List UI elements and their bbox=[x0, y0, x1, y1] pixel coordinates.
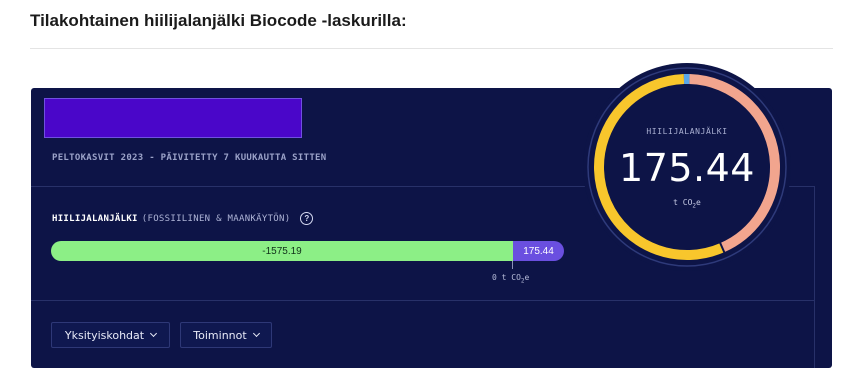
bar-negative-segment: -1575.19 bbox=[51, 241, 513, 261]
gauge-value: 175.44 bbox=[619, 146, 755, 190]
heading-divider bbox=[30, 48, 833, 49]
actions-button-label: Toiminnot bbox=[193, 328, 247, 342]
farm-name-box bbox=[44, 98, 302, 138]
gauge-unit: t CO2e bbox=[673, 198, 701, 210]
zero-tick bbox=[512, 261, 513, 269]
section-divider-bottom bbox=[31, 300, 814, 301]
section-divider-right bbox=[814, 186, 815, 368]
section-label-strong: HIILIJALANJÄLKI bbox=[52, 213, 138, 224]
card-subtitle: PELTOKASVIT 2023 - PÄIVITETTY 7 KUUKAUTT… bbox=[52, 153, 327, 163]
zero-label: 0 t CO2e bbox=[492, 273, 530, 285]
details-dropdown-button[interactable]: Yksityiskohdat bbox=[51, 322, 170, 348]
section-label-light: (FOSSIILINEN & MAANKÄYTÖN) bbox=[141, 213, 291, 224]
chevron-down-icon bbox=[252, 329, 260, 338]
footprint-section-label: HIILIJALANJÄLKI (FOSSIILINEN & MAANKÄYTÖ… bbox=[52, 212, 314, 225]
page-heading: Tilakohtainen hiilijalanjälki Biocode -l… bbox=[30, 11, 407, 30]
bar-positive-label: 175.44 bbox=[523, 245, 554, 257]
chevron-down-icon bbox=[150, 329, 158, 338]
actions-dropdown-button[interactable]: Toiminnot bbox=[180, 322, 272, 348]
bar-positive-segment: 175.44 bbox=[513, 241, 564, 261]
details-button-label: Yksityiskohdat bbox=[64, 328, 145, 342]
bar-negative-label: -1575.19 bbox=[262, 245, 302, 257]
question-circle-icon[interactable]: ? bbox=[300, 212, 314, 225]
gauge-title: HIILIJALANJÄLKI bbox=[646, 127, 728, 136]
